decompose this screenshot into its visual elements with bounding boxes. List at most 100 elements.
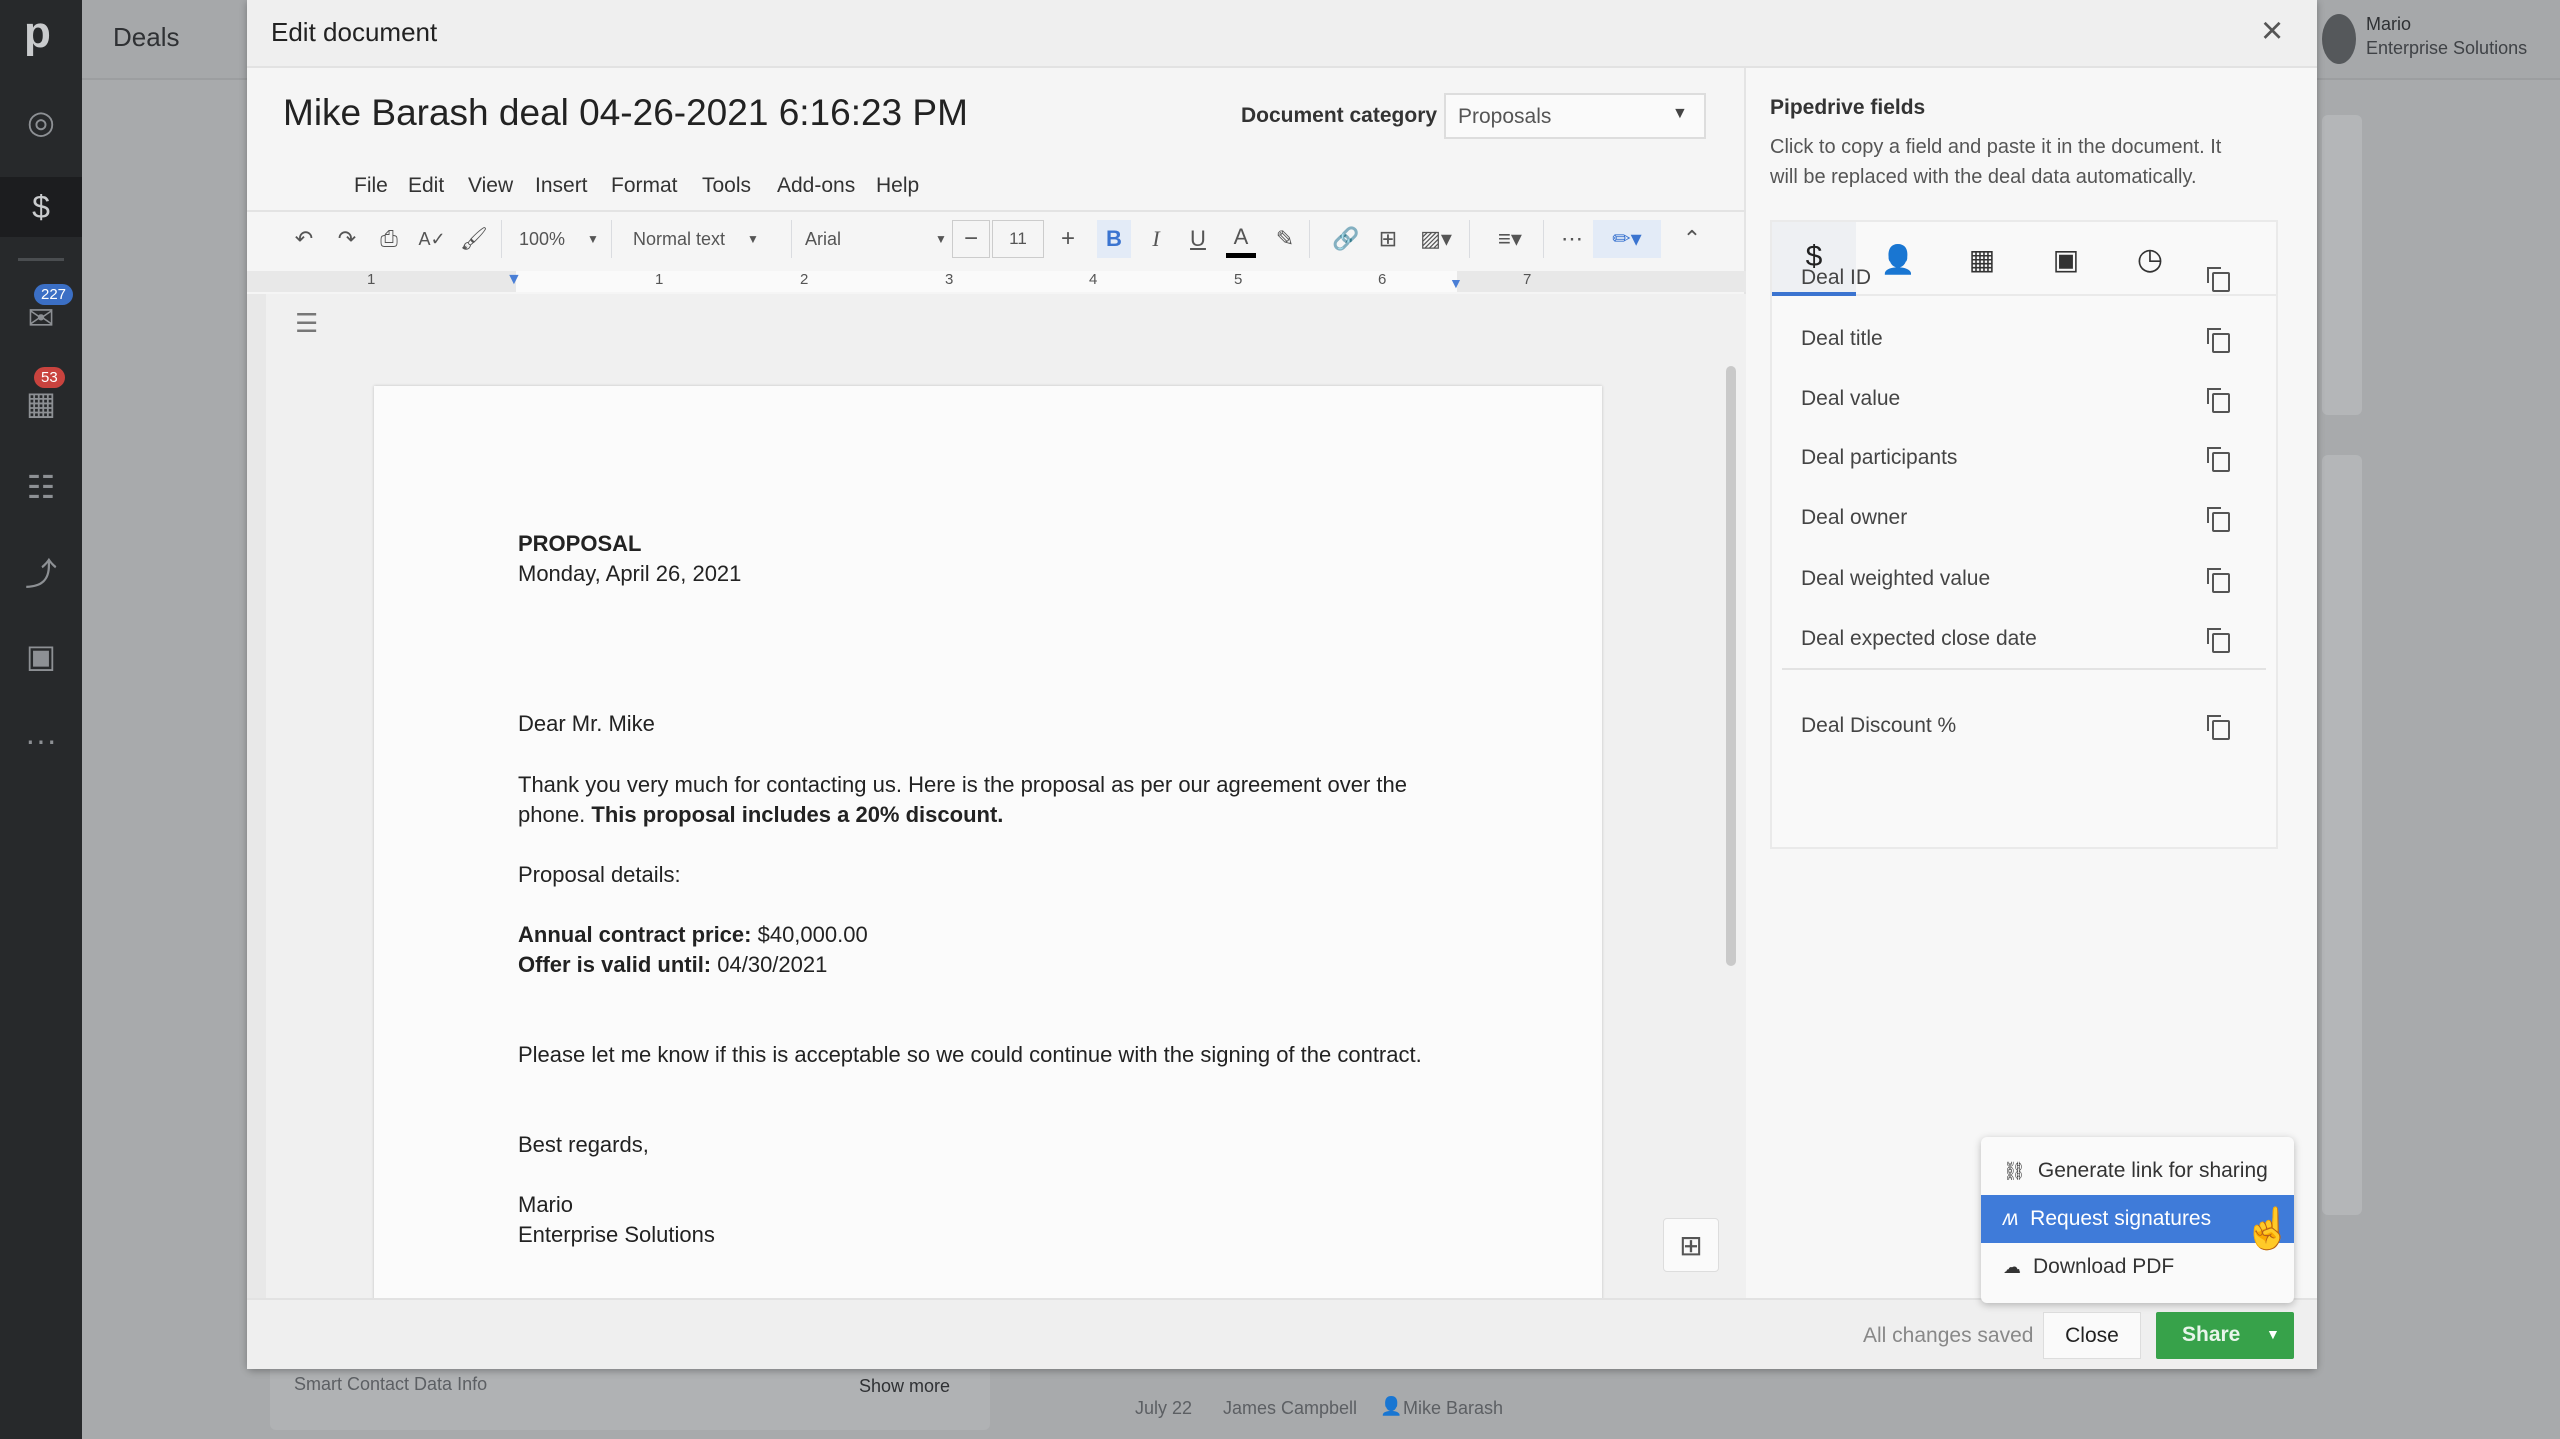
document-title[interactable]: Mike Barash deal 04-26-2021 6:16:23 PM — [283, 92, 968, 134]
menu-item-label: Download PDF — [2033, 1255, 2175, 1278]
ruler-number: 1 — [367, 271, 376, 288]
target-icon[interactable]: ◎ — [0, 92, 82, 152]
share-button[interactable]: Share ▼ — [2156, 1312, 2294, 1359]
copy-icon[interactable] — [2207, 628, 2230, 653]
price-value: $40,000.00 — [751, 922, 868, 947]
proposal-heading: PROPOSAL — [518, 531, 642, 556]
copy-icon[interactable] — [2207, 568, 2230, 593]
close-button[interactable]: Close — [2043, 1312, 2141, 1359]
menu-tools[interactable]: Tools — [702, 174, 751, 198]
background-card — [2322, 115, 2362, 415]
paragraph-2: Please let me know if this is acceptable… — [518, 1042, 1422, 1067]
modal-title: Edit document — [271, 17, 438, 47]
contacts-icon[interactable]: ☷ — [0, 457, 82, 517]
avatar[interactable] — [2322, 14, 2356, 64]
underline-button[interactable]: U — [1183, 220, 1213, 258]
menu-add-ons[interactable]: Add-ons — [777, 174, 855, 198]
menu-format[interactable]: Format — [611, 174, 678, 198]
image-icon[interactable]: ▨▾ — [1413, 220, 1459, 258]
link-icon: ⛓ — [2003, 1160, 2026, 1181]
menu-help[interactable]: Help — [876, 174, 919, 198]
copy-icon[interactable] — [2207, 267, 2230, 292]
collapse-chevron-icon[interactable]: ⌃ — [1675, 220, 1709, 258]
ruler-number: 4 — [1089, 271, 1098, 288]
font-size-input[interactable]: 11 — [992, 220, 1044, 258]
decrease-font-button[interactable]: − — [952, 220, 990, 258]
right-indent-marker[interactable]: ▼ — [1449, 275, 1463, 291]
editing-mode-pencil-icon[interactable]: ✏▾ — [1593, 220, 1661, 258]
greeting: Dear Mr. Mike — [518, 711, 655, 736]
ruler-number: 5 — [1234, 271, 1243, 288]
products-icon[interactable]: ▣ — [0, 626, 82, 686]
spellcheck-icon[interactable]: A✓ — [415, 220, 449, 258]
left-indent-marker[interactable]: ▼ — [506, 271, 522, 289]
menu-insert[interactable]: Insert — [535, 174, 588, 198]
menu-item-generate-link[interactable]: ⛓ Generate link for sharing — [1981, 1147, 2294, 1195]
field-label: Deal expected close date — [1801, 627, 2037, 650]
cloud-download-icon: ☁ — [2003, 1256, 2021, 1277]
text-color-button[interactable]: A — [1226, 220, 1256, 258]
field-item[interactable]: Deal ID — [1772, 260, 2276, 300]
field-item[interactable]: Deal title — [1772, 321, 2276, 361]
category-value: Proposals — [1458, 105, 1552, 128]
ruler-number: 1 — [655, 271, 664, 288]
close-icon[interactable]: × — [2261, 10, 2283, 53]
smart-contact-label: Smart Contact Data Info — [294, 1374, 488, 1394]
horizontal-ruler: ▼ ▼ 1 1 2 3 4 5 6 7 — [247, 271, 1746, 292]
menu-edit[interactable]: Edit — [408, 174, 444, 198]
copy-icon[interactable] — [2207, 507, 2230, 532]
more-icon[interactable]: ⋯ — [1555, 220, 1589, 258]
style-select[interactable]: Normal text ▼ — [633, 220, 773, 258]
show-more-link[interactable]: Show more — [859, 1376, 950, 1397]
document-canvas: ☰ PROPOSAL Monday, April 26, 2021 Dear M… — [247, 294, 1746, 1306]
explore-icon[interactable]: ⊞ — [1663, 1218, 1719, 1272]
copy-icon[interactable] — [2207, 447, 2230, 472]
redo-icon[interactable]: ↷ — [330, 220, 364, 258]
style-value: Normal text — [633, 228, 726, 249]
category-label: Document category — [1241, 104, 1438, 127]
italic-button[interactable]: I — [1141, 220, 1171, 258]
zoom-select[interactable]: 100% ▼ — [519, 220, 599, 258]
activity-person[interactable]: Mike Barash — [1403, 1398, 1503, 1419]
outline-icon[interactable]: ☰ — [295, 308, 318, 339]
comment-icon[interactable]: ⊞ — [1371, 220, 1405, 258]
field-item[interactable]: Deal Discount % — [1772, 708, 2276, 748]
document-editor: Mike Barash deal 04-26-2021 6:16:23 PM D… — [247, 68, 1746, 1306]
copy-icon[interactable] — [2207, 388, 2230, 413]
chevron-down-icon: ▼ — [1672, 105, 1688, 122]
document-page[interactable]: PROPOSAL Monday, April 26, 2021 Dear Mr.… — [374, 386, 1602, 1306]
modal-header: Edit document × — [247, 0, 2317, 68]
field-item[interactable]: Deal expected close date — [1772, 621, 2276, 661]
copy-icon[interactable] — [2207, 328, 2230, 353]
page-title: Deals — [113, 22, 180, 52]
regards: Best regards, — [518, 1132, 649, 1157]
increase-font-button[interactable]: + — [1050, 220, 1086, 258]
field-item[interactable]: Deal owner — [1772, 500, 2276, 540]
font-select[interactable]: Arial ▼ — [805, 220, 947, 258]
field-item[interactable]: Deal value — [1772, 381, 2276, 421]
pipedrive-logo[interactable]: p — [24, 8, 51, 58]
more-icon[interactable]: ··· — [0, 710, 82, 770]
activity-date: July 22 — [1135, 1398, 1193, 1418]
chart-icon[interactable]: ⤴ — [0, 542, 82, 602]
menu-view[interactable]: View — [468, 174, 513, 198]
field-item[interactable]: Deal weighted value — [1772, 561, 2276, 601]
field-label: Deal weighted value — [1801, 567, 1991, 590]
highlight-icon[interactable]: ✎ — [1270, 220, 1300, 258]
bold-button[interactable]: B — [1097, 220, 1131, 258]
field-item[interactable]: Deal participants — [1772, 440, 2276, 480]
link-icon[interactable]: 🔗 — [1329, 220, 1363, 258]
menu-file[interactable]: File — [354, 174, 388, 198]
undo-icon[interactable]: ↶ — [287, 220, 321, 258]
ruler-number: 2 — [800, 271, 809, 288]
copy-icon[interactable] — [2207, 715, 2230, 740]
background-card — [2322, 455, 2362, 1215]
category-select[interactable]: Proposals ▼ — [1444, 93, 1706, 139]
paint-format-icon[interactable]: 🖌 — [457, 220, 491, 258]
menu-item-label: Generate link for sharing — [2037, 1159, 2268, 1182]
field-label: Deal Discount % — [1801, 714, 1957, 737]
scrollbar[interactable] — [1726, 366, 1736, 966]
align-icon[interactable]: ≡▾ — [1487, 220, 1533, 258]
dollar-icon[interactable]: $ — [0, 177, 82, 237]
print-icon[interactable]: ⎙ — [372, 220, 406, 258]
